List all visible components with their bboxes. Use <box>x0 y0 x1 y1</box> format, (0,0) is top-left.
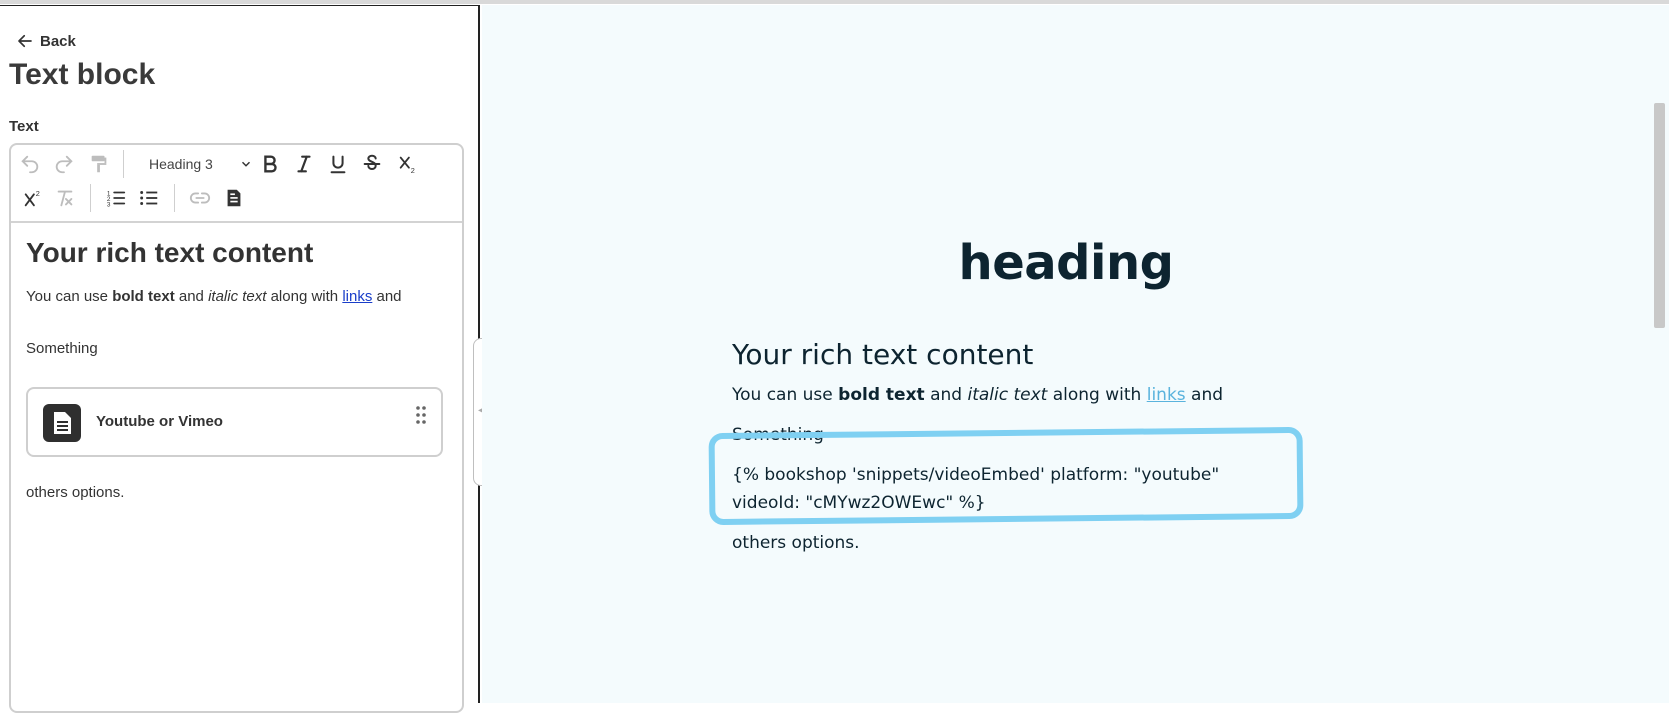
editor-content[interactable]: Your rich text content You can use bold … <box>26 223 446 503</box>
content-link[interactable]: links <box>342 288 372 305</box>
chevron-down-icon <box>241 161 251 167</box>
toolbar-separator <box>90 184 91 212</box>
content-paragraph-others: others options. <box>26 484 125 501</box>
preview-link[interactable]: links <box>1147 385 1186 405</box>
italic-icon[interactable] <box>290 150 318 178</box>
italic-text: italic text <box>208 288 267 305</box>
editor-panel: Back Text block Text Heading 3 2 2 1 2 3… <box>0 5 480 713</box>
back-button[interactable]: Back <box>16 32 76 50</box>
arrow-left-icon <box>18 34 32 48</box>
highlight-annotation <box>708 426 1304 526</box>
panel-title: Text block <box>9 58 156 91</box>
content-paragraph: You can use bold text and italic text al… <box>26 287 446 307</box>
text-run: You can use <box>26 288 113 305</box>
video-embed-snippet[interactable]: Youtube or Vimeo <box>26 387 443 457</box>
svg-text:3: 3 <box>107 201 111 208</box>
embed-label: Youtube or Vimeo <box>96 413 223 430</box>
text-run: along with <box>1047 385 1147 405</box>
svg-text:2: 2 <box>411 166 415 175</box>
text-run: and <box>174 288 209 305</box>
toolbar-separator <box>123 150 124 178</box>
svg-text:2: 2 <box>36 189 40 198</box>
content-paragraph-something: Something <box>26 340 98 357</box>
format-painter-icon[interactable] <box>85 150 113 178</box>
bulleted-list-icon[interactable] <box>135 184 163 212</box>
toolbar-separator <box>174 184 175 212</box>
text-run: and <box>924 385 968 405</box>
redo-icon[interactable] <box>50 150 78 178</box>
scrollbar-thumb[interactable] <box>1654 103 1665 328</box>
text-run: along with <box>266 288 343 305</box>
back-label: Back <box>40 32 76 50</box>
bold-text: bold text <box>112 288 175 305</box>
ordered-list-icon[interactable]: 123 <box>102 184 130 212</box>
text-run: You can use <box>732 385 839 405</box>
underline-icon[interactable] <box>324 150 352 178</box>
block-format-value: Heading 3 <box>149 156 213 172</box>
bold-icon[interactable] <box>256 150 284 178</box>
top-border <box>0 0 1669 4</box>
rich-text-editor[interactable]: Heading 3 2 2 1 2 3 Your rich text conte… <box>9 143 464 713</box>
link-icon[interactable] <box>186 184 214 212</box>
text-run: and <box>372 288 402 305</box>
italic-text: italic text <box>967 385 1048 405</box>
clear-formatting-icon[interactable] <box>51 184 79 212</box>
text-run: and <box>1185 385 1224 405</box>
preview-pane: heading Your rich text content You can u… <box>482 5 1650 703</box>
subscript-icon[interactable]: 2 <box>394 150 422 178</box>
preview-heading: heading <box>958 235 1174 291</box>
block-format-select[interactable]: Heading 3 <box>139 150 259 178</box>
snippet-icon[interactable] <box>220 184 248 212</box>
preview-paragraph: You can use bold text and italic text al… <box>732 381 1292 409</box>
preview-subheading: Your rich text content <box>732 338 1034 371</box>
content-heading: Your rich text content <box>26 237 314 268</box>
editor-toolbar: Heading 3 2 2 1 2 3 <box>11 145 462 223</box>
undo-icon[interactable] <box>16 150 44 178</box>
strikethrough-icon[interactable] <box>358 150 386 178</box>
bold-text: bold text <box>838 385 925 405</box>
document-icon <box>43 404 81 442</box>
drag-handle-icon[interactable] <box>415 405 427 425</box>
preview-paragraph-others: others options. <box>732 533 860 553</box>
preview-scrollbar[interactable] <box>1650 5 1669 703</box>
superscript-icon[interactable]: 2 <box>19 184 47 212</box>
text-field-label: Text <box>9 118 39 135</box>
